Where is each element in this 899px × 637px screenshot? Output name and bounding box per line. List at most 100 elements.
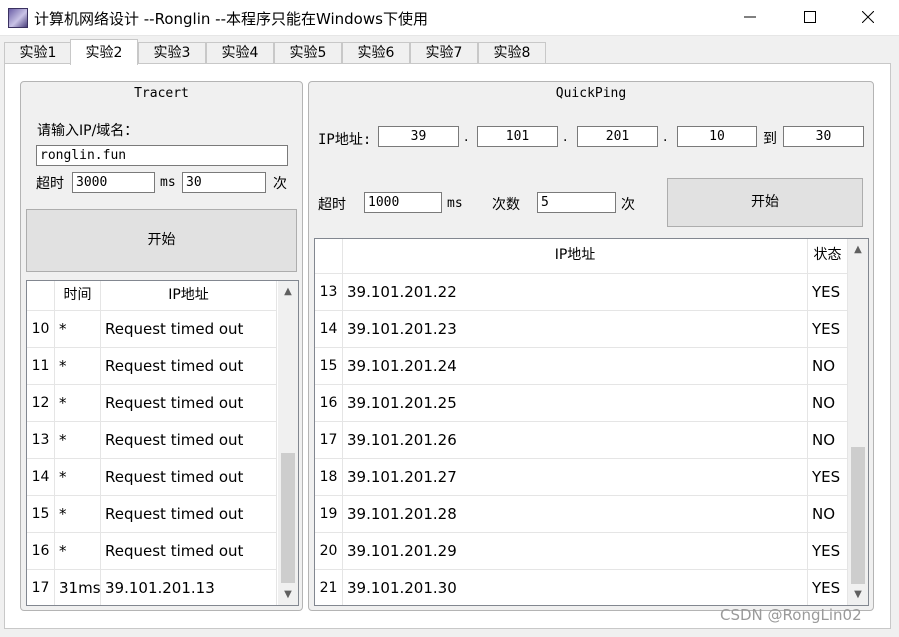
to-label: 到 bbox=[763, 131, 777, 147]
count-unit-label: 次 bbox=[621, 197, 635, 213]
ping-timeout-input[interactable]: 1000 bbox=[364, 192, 442, 213]
ip-cell: 39.101.201.13 bbox=[101, 570, 277, 605]
row-number: 20 bbox=[315, 533, 343, 570]
ip-cell: Request timed out bbox=[101, 348, 277, 385]
status-cell: YES bbox=[808, 274, 848, 311]
time-cell: * bbox=[55, 422, 101, 459]
row-number: 18 bbox=[315, 459, 343, 496]
ip-cell: Request timed out bbox=[101, 533, 277, 570]
time-cell: * bbox=[55, 311, 101, 348]
status-column-header[interactable]: 状态 bbox=[808, 239, 848, 274]
ip-cell: Request timed out bbox=[101, 385, 277, 422]
close-button[interactable] bbox=[845, 0, 891, 36]
scroll-up-arrow-icon[interactable]: ▲ bbox=[278, 283, 298, 301]
ip-column-header[interactable]: IP地址 bbox=[343, 239, 808, 274]
status-cell: YES bbox=[808, 459, 848, 496]
row-number: 13 bbox=[27, 422, 55, 459]
ip-octet4-end-input[interactable]: 30 bbox=[783, 126, 864, 147]
ip-cell: 39.101.201.27 bbox=[343, 459, 808, 496]
watermark: CSDN @RongLin02 bbox=[720, 606, 862, 624]
time-cell: * bbox=[55, 385, 101, 422]
ip-octet2-input[interactable]: 101 bbox=[477, 126, 558, 147]
dot-separator: . bbox=[563, 129, 568, 145]
tab-exp1[interactable]: 实验1 bbox=[4, 42, 72, 64]
scroll-thumb[interactable] bbox=[851, 447, 865, 584]
scroll-thumb[interactable] bbox=[281, 453, 295, 583]
time-cell: * bbox=[55, 533, 101, 570]
minimize-button[interactable] bbox=[727, 0, 773, 36]
ip-cell: 39.101.201.28 bbox=[343, 496, 808, 533]
row-number: 12 bbox=[27, 385, 55, 422]
ms-unit-label: ms bbox=[160, 175, 176, 190]
row-number: 16 bbox=[315, 385, 343, 422]
ip-cell: Request timed out bbox=[101, 422, 277, 459]
corner-header bbox=[27, 281, 55, 311]
status-cell: YES bbox=[808, 533, 848, 570]
time-column-header[interactable]: 时间 bbox=[55, 281, 101, 311]
host-prompt-label: 请输入IP/域名： bbox=[37, 123, 139, 139]
timeout-input[interactable]: 3000 bbox=[72, 172, 155, 193]
status-cell: NO bbox=[808, 422, 848, 459]
ping-count-input[interactable]: 5 bbox=[537, 192, 616, 213]
tracert-scrollbar[interactable]: ▲ ▼ bbox=[278, 281, 298, 605]
ip-cell: Request timed out bbox=[101, 459, 277, 496]
close-icon bbox=[862, 11, 874, 23]
corner-header bbox=[315, 239, 343, 274]
tracert-group: Tracert 请输入IP/域名： ronglin.fun 超时 3000 ms… bbox=[20, 81, 303, 611]
count-label: 次数 bbox=[492, 197, 520, 213]
row-number: 13 bbox=[315, 274, 343, 311]
time-cell: * bbox=[55, 348, 101, 385]
ip-cell: 39.101.201.22 bbox=[343, 274, 808, 311]
tab-exp6[interactable]: 实验6 bbox=[342, 42, 410, 64]
row-number: 14 bbox=[315, 311, 343, 348]
ip-octet4-start-input[interactable]: 10 bbox=[677, 126, 757, 147]
ip-cell: 39.101.201.23 bbox=[343, 311, 808, 348]
tab-exp2[interactable]: 实验2 bbox=[70, 39, 138, 65]
tab-exp4[interactable]: 实验4 bbox=[206, 42, 274, 64]
row-number: 19 bbox=[315, 496, 343, 533]
quickping-title: QuickPing bbox=[555, 86, 627, 101]
quickping-start-button[interactable]: 开始 bbox=[667, 178, 863, 227]
tracert-table: 时间 IP地址 10 * Request timed out 11 * Requ… bbox=[26, 280, 299, 606]
minimize-icon bbox=[744, 16, 756, 18]
host-input[interactable]: ronglin.fun bbox=[36, 145, 288, 166]
ip-octet1-input[interactable]: 39 bbox=[378, 126, 459, 147]
ip-column-header[interactable]: IP地址 bbox=[101, 281, 277, 311]
scroll-down-arrow-icon[interactable]: ▼ bbox=[278, 586, 298, 604]
maximize-button[interactable] bbox=[787, 0, 833, 36]
ip-cell: 39.101.201.30 bbox=[343, 570, 808, 605]
tab-exp7[interactable]: 实验7 bbox=[410, 42, 478, 64]
hop-count-input[interactable]: 30 bbox=[182, 172, 266, 193]
ms-unit-label: ms bbox=[447, 196, 463, 211]
row-number: 21 bbox=[315, 570, 343, 605]
count-unit-label: 次 bbox=[273, 176, 287, 192]
status-cell: YES bbox=[808, 570, 848, 605]
row-number: 17 bbox=[315, 422, 343, 459]
row-number: 15 bbox=[315, 348, 343, 385]
window-title: 计算机网络设计 --Ronglin --本程序只能在Windows下使用 bbox=[34, 10, 428, 28]
dot-separator: . bbox=[663, 129, 668, 145]
status-cell: NO bbox=[808, 496, 848, 533]
row-number: 11 bbox=[27, 348, 55, 385]
quickping-scrollbar[interactable]: ▲ ▼ bbox=[848, 239, 868, 605]
timeout-label: 超时 bbox=[36, 176, 64, 192]
scroll-down-arrow-icon[interactable]: ▼ bbox=[848, 586, 868, 604]
row-number: 14 bbox=[27, 459, 55, 496]
tab-exp3[interactable]: 实验3 bbox=[138, 42, 206, 64]
row-number: 15 bbox=[27, 496, 55, 533]
row-number: 10 bbox=[27, 311, 55, 348]
ip-cell: 39.101.201.26 bbox=[343, 422, 808, 459]
ip-octet3-input[interactable]: 201 bbox=[577, 126, 658, 147]
scroll-up-arrow-icon[interactable]: ▲ bbox=[848, 241, 868, 259]
quickping-table: IP地址 状态 13 39.101.201.22 YES 14 39.101.2… bbox=[314, 238, 869, 606]
tab-exp8[interactable]: 实验8 bbox=[478, 42, 546, 64]
tab-exp5[interactable]: 实验5 bbox=[274, 42, 342, 64]
tracert-title: Tracert bbox=[134, 86, 189, 101]
ip-cell: 39.101.201.24 bbox=[343, 348, 808, 385]
title-bar[interactable]: 计算机网络设计 --Ronglin --本程序只能在Windows下使用 bbox=[0, 0, 899, 36]
dot-separator: . bbox=[464, 129, 469, 145]
tracert-start-button[interactable]: 开始 bbox=[26, 209, 297, 272]
maximize-icon bbox=[804, 11, 816, 23]
time-cell: * bbox=[55, 459, 101, 496]
quickping-group: QuickPing IP地址: 39 . 101 . 201 . 10 到 30… bbox=[308, 81, 874, 611]
